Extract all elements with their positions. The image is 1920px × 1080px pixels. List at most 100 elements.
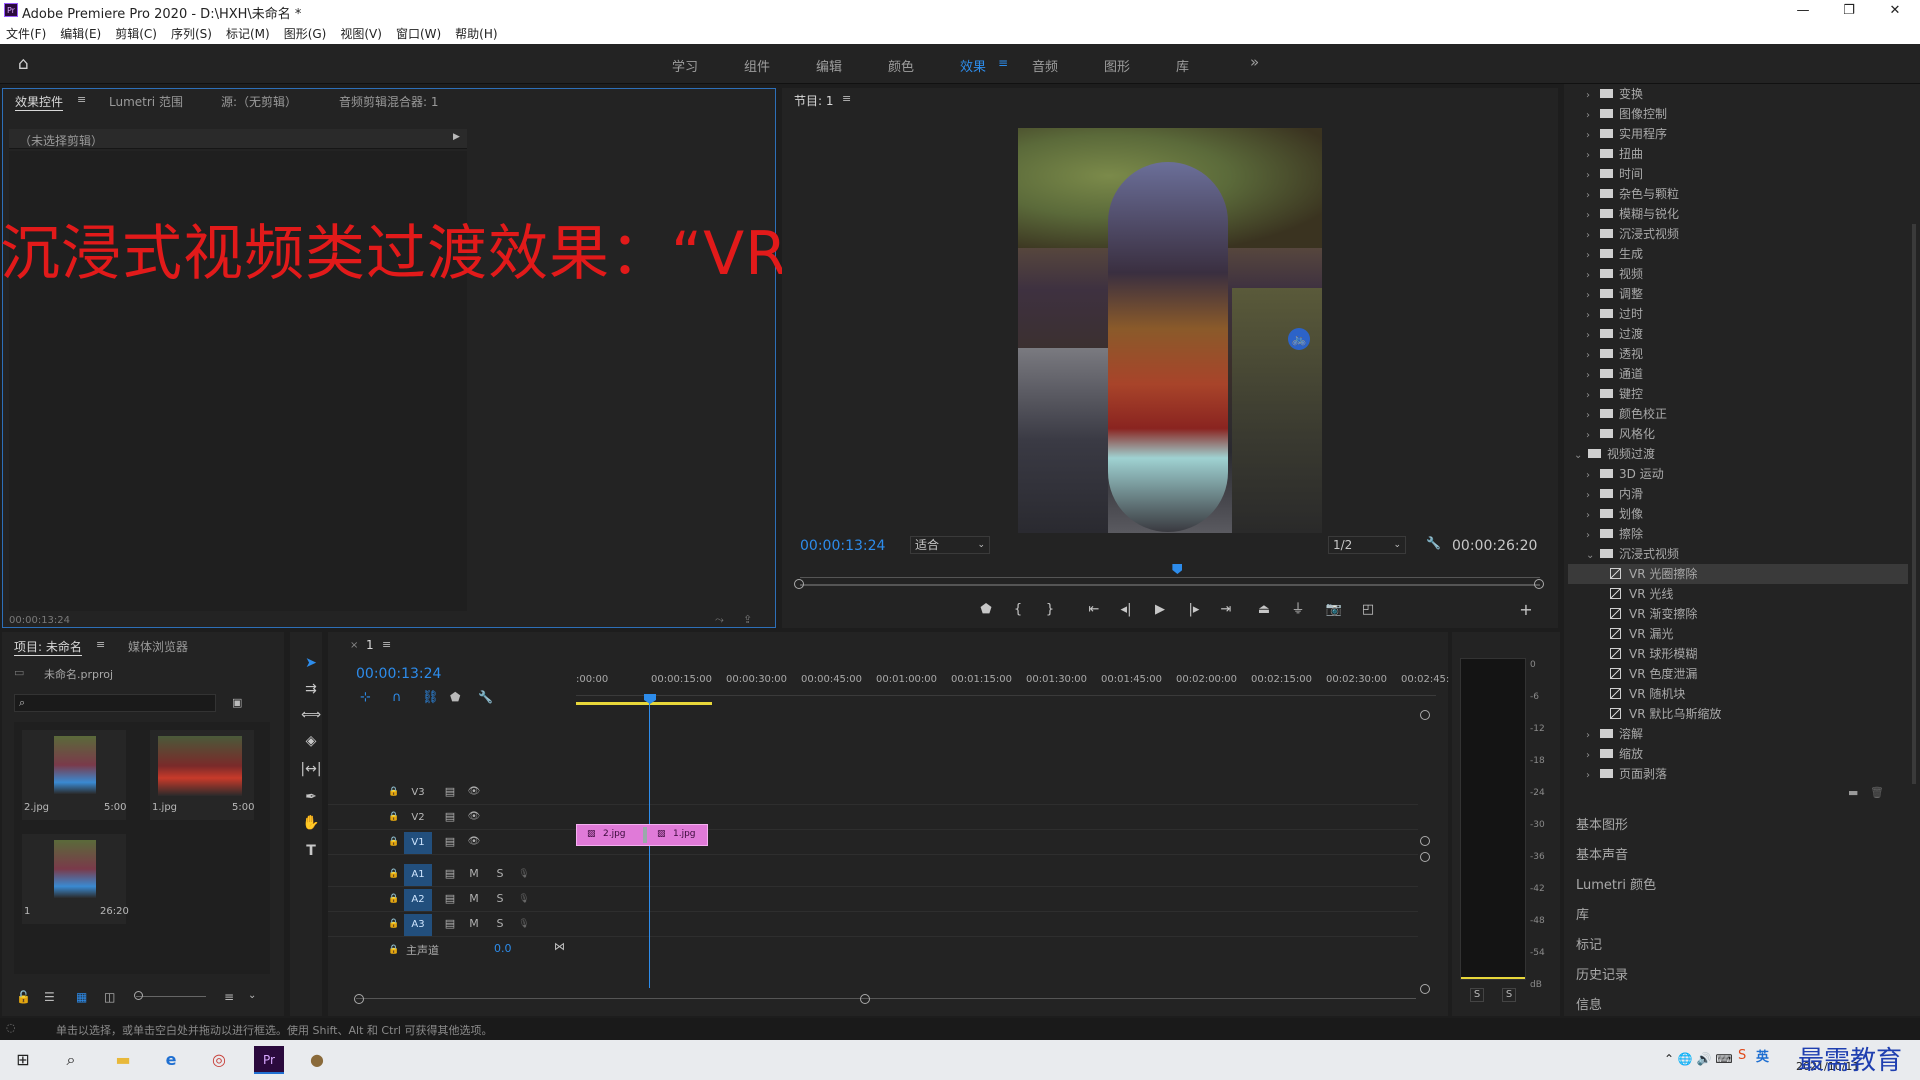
wrench-icon[interactable]: 🔧 — [1426, 536, 1441, 550]
workspace-effects[interactable]: 效果 — [960, 56, 986, 75]
chevron-right-icon[interactable]: › — [1586, 366, 1600, 386]
horizontal-scrollbar[interactable] — [356, 998, 1416, 999]
chevron-right-icon[interactable]: › — [1586, 506, 1600, 526]
project-search-input[interactable]: ⌕ — [14, 694, 216, 712]
razor-tool-icon[interactable]: ◈ — [300, 730, 322, 752]
track-lock-icon[interactable]: 🔒 — [384, 940, 404, 960]
effect-item[interactable]: VR 色度泄漏 — [1568, 664, 1908, 684]
chevron-right-icon[interactable]: › — [1586, 386, 1600, 406]
workspace-graphics[interactable]: 图形 — [1104, 56, 1130, 75]
menu-view[interactable]: 视图(V) — [340, 25, 382, 42]
panel-libraries[interactable]: 库 — [1576, 904, 1589, 923]
expand-arrow-icon[interactable]: ▶ — [453, 132, 460, 142]
program-menu-icon[interactable]: ≡ — [842, 92, 851, 105]
effect-folder[interactable]: › 风格化 — [1568, 424, 1908, 444]
chevron-right-icon[interactable]: › — [1586, 726, 1600, 746]
menu-sequence[interactable]: 序列(S) — [171, 25, 212, 42]
export-frame-icon[interactable]: ⤳ — [715, 613, 724, 627]
workspace-learn[interactable]: 学习 — [672, 56, 698, 75]
panel-info[interactable]: 信息 — [1576, 994, 1602, 1013]
delete-icon[interactable]: 🗑 — [1870, 786, 1884, 799]
mark-out-icon[interactable]: } — [1038, 600, 1062, 620]
tab-media-browser[interactable]: 媒体浏览器 — [128, 638, 188, 655]
mute-button[interactable]: M — [464, 914, 484, 934]
track-target-a1[interactable]: A1 — [404, 864, 432, 886]
workspace-libraries[interactable]: 库 — [1176, 56, 1189, 75]
tab-project[interactable]: 项目: 未命名 — [14, 638, 82, 656]
eye-icon[interactable]: 👁 — [464, 782, 484, 802]
tab-lumetri-scopes[interactable]: Lumetri 范围 — [109, 93, 183, 110]
app-icon[interactable]: ◎ — [204, 1046, 234, 1074]
chevron-right-icon[interactable]: › — [1586, 486, 1600, 506]
icon-view-icon[interactable]: ▦ — [76, 990, 87, 1004]
track-lock-icon[interactable]: 🔒 — [384, 807, 404, 827]
chevron-down-icon[interactable]: ⌄ — [1574, 446, 1588, 466]
chevron-right-icon[interactable]: › — [1586, 426, 1600, 446]
chevron-right-icon[interactable]: › — [1586, 266, 1600, 286]
edge-browser-icon[interactable]: e — [156, 1046, 186, 1074]
more-workspaces-icon[interactable]: » — [1250, 53, 1259, 71]
effect-folder[interactable]: › 擦除 — [1568, 524, 1908, 544]
resolution-select[interactable]: 1/2 ⌄ — [1328, 536, 1406, 554]
effect-folder[interactable]: › 时间 — [1568, 164, 1908, 184]
extract-icon[interactable]: ⏚ — [1286, 600, 1310, 620]
program-ruler[interactable] — [800, 564, 1540, 578]
chevron-right-icon[interactable]: › — [1586, 186, 1600, 206]
effect-folder[interactable]: › 键控 — [1568, 384, 1908, 404]
workspace-menu-icon[interactable]: ≡ — [998, 56, 1008, 70]
workspace-editing[interactable]: 编辑 — [816, 56, 842, 75]
track-lock-icon[interactable]: 🔒 — [384, 864, 404, 884]
ime-icon[interactable]: S — [1738, 1048, 1746, 1063]
share-icon[interactable]: ⇪ — [743, 613, 752, 626]
sync-lock-icon[interactable]: ▤ — [440, 914, 460, 934]
track-lock-icon[interactable]: 🔒 — [384, 889, 404, 909]
add-button-icon[interactable]: + — [1514, 600, 1538, 620]
effect-item[interactable]: VR 渐变擦除 — [1568, 604, 1908, 624]
menu-graphics[interactable]: 图形(G) — [284, 25, 327, 42]
chevron-down-icon[interactable]: ⌄ — [1586, 546, 1600, 566]
step-forward-icon[interactable]: |▸ — [1182, 600, 1206, 620]
new-search-bin-icon[interactable]: ▣ — [232, 696, 242, 709]
chevron-right-icon[interactable]: › — [1586, 766, 1600, 786]
effect-folder[interactable]: › 过时 — [1568, 304, 1908, 324]
effect-folder[interactable]: › 实用程序 — [1568, 124, 1908, 144]
sync-lock-icon[interactable]: ▤ — [440, 832, 460, 852]
effect-item[interactable]: VR 随机块 — [1568, 684, 1908, 704]
solo-button[interactable]: S — [490, 889, 510, 909]
chevron-right-icon[interactable]: › — [1586, 326, 1600, 346]
effects-scrollbar[interactable] — [1912, 224, 1916, 784]
effect-folder[interactable]: › 图像控制 — [1568, 104, 1908, 124]
effect-item[interactable]: VR 漏光 — [1568, 624, 1908, 644]
effect-item[interactable]: VR 光线 — [1568, 584, 1908, 604]
sync-lock-icon[interactable]: ▤ — [440, 807, 460, 827]
eye-icon[interactable]: 👁 — [464, 832, 484, 852]
effect-folder[interactable]: › 调整 — [1568, 284, 1908, 304]
sync-lock-icon[interactable]: ▤ — [440, 889, 460, 909]
master-meter-icon[interactable]: ⋈ — [554, 940, 565, 953]
lift-icon[interactable]: ⏏ — [1252, 600, 1276, 620]
chevron-down-icon[interactable]: ⌄ — [248, 990, 256, 1001]
chevron-right-icon[interactable]: › — [1586, 166, 1600, 186]
menu-window[interactable]: 窗口(W) — [396, 25, 441, 42]
effect-folder[interactable]: › 内滑 — [1568, 484, 1908, 504]
chevron-right-icon[interactable]: › — [1586, 406, 1600, 426]
workspace-assembly[interactable]: 组件 — [744, 56, 770, 75]
add-marker-icon[interactable]: ⬟ — [974, 600, 998, 620]
sort-icon[interactable]: ≡ — [224, 990, 234, 1004]
track-target-a3[interactable]: A3 — [404, 914, 432, 936]
slip-tool-icon[interactable]: |↔| — [300, 758, 322, 780]
photo-app-icon[interactable]: ● — [302, 1046, 332, 1074]
menu-marker[interactable]: 标记(M) — [226, 25, 270, 42]
effect-folder[interactable]: › 生成 — [1568, 244, 1908, 264]
mark-in-icon[interactable]: { — [1006, 600, 1030, 620]
microphone-icon[interactable]: 🎙 — [514, 889, 534, 909]
zoom-handle-right[interactable] — [1534, 579, 1544, 589]
track-scroll-handle[interactable] — [1420, 836, 1430, 846]
effect-folder[interactable]: › 颜色校正 — [1568, 404, 1908, 424]
tab-effect-controls[interactable]: 效果控件 — [15, 93, 64, 111]
effect-folder[interactable]: › 视频 — [1568, 264, 1908, 284]
effect-folder[interactable]: › 杂色与颗粒 — [1568, 184, 1908, 204]
effect-folder[interactable]: ⌄ 视频过渡 — [1568, 444, 1908, 464]
effect-folder[interactable]: › 透视 — [1568, 344, 1908, 364]
menu-clip[interactable]: 剪辑(C) — [115, 25, 157, 42]
